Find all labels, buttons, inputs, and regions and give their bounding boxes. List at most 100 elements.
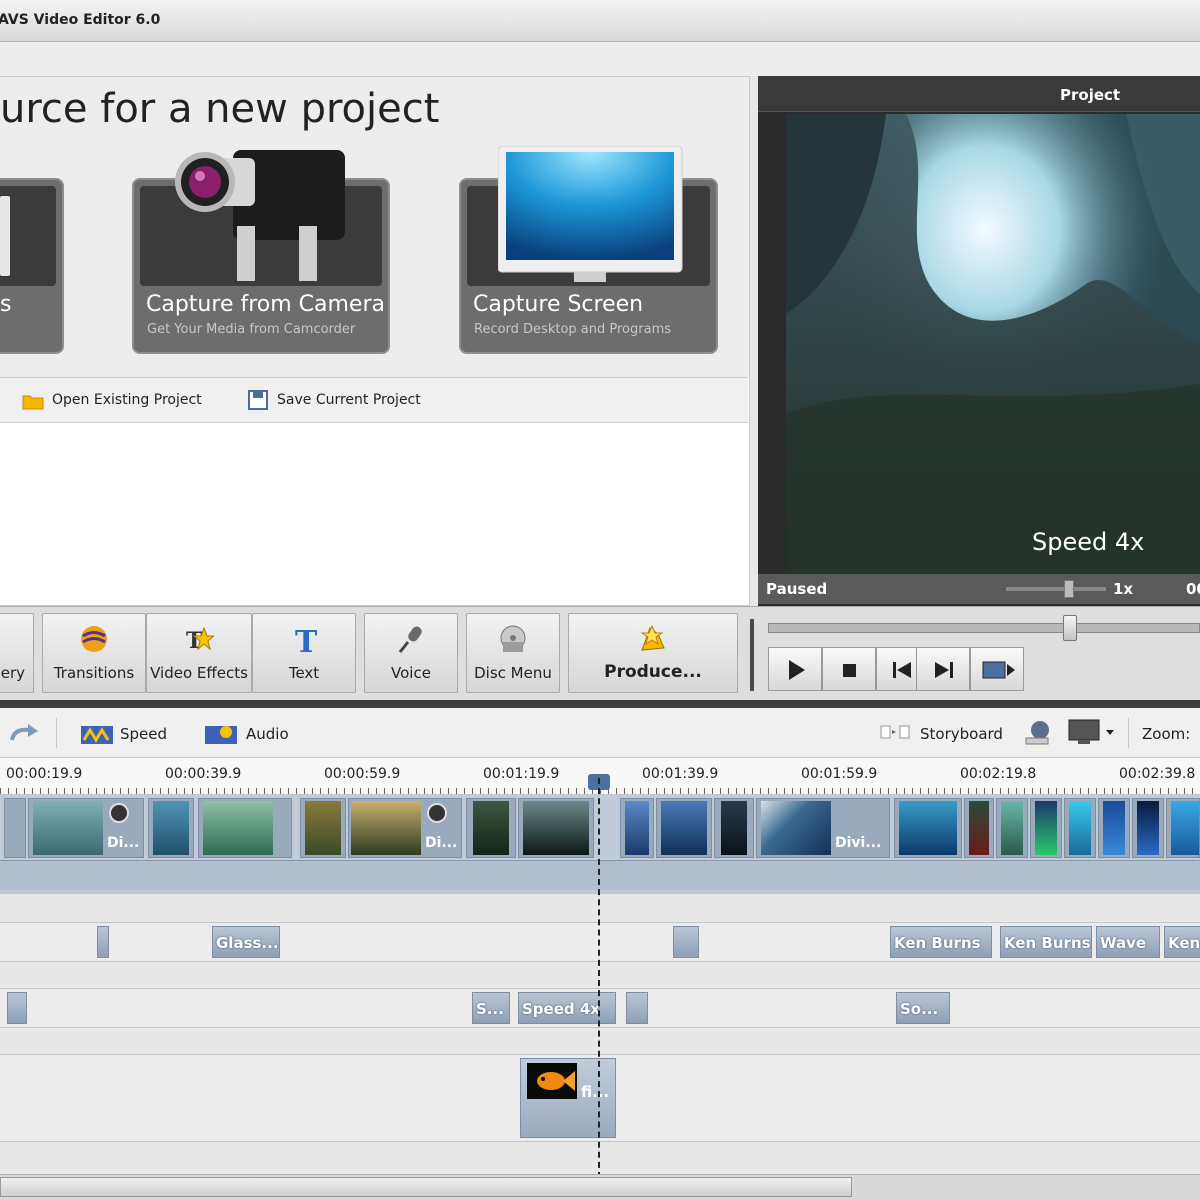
clip-label: Di...: [107, 835, 140, 851]
partial-card-label: s: [0, 292, 12, 317]
seek-thumb[interactable]: [1063, 615, 1077, 641]
toolbar-disc-menu-button[interactable]: Disc Menu: [466, 613, 560, 693]
playhead-line: [598, 778, 600, 1178]
video-clip[interactable]: [466, 798, 516, 858]
text-clip[interactable]: S...: [472, 992, 510, 1024]
video-clip[interactable]: [964, 798, 994, 858]
effect-clip[interactable]: [97, 926, 109, 958]
video-clip[interactable]: [4, 798, 26, 858]
text-icon: T: [295, 625, 318, 654]
video-clip[interactable]: [518, 798, 594, 858]
overlay-clip-label: fi...: [581, 1083, 610, 1101]
speed-icon: [81, 726, 113, 744]
toolbar-transitions-label: Transitions: [53, 664, 135, 682]
toolbar-voice-button[interactable]: Voice: [364, 613, 458, 693]
monitor-icon: [498, 146, 683, 282]
video-clip[interactable]: [1166, 798, 1200, 858]
effect-clip[interactable]: [673, 926, 699, 958]
video-overlay-text: Speed 4x: [1032, 528, 1145, 556]
transitions-icon: [81, 626, 107, 652]
video-clip[interactable]: [1064, 798, 1096, 858]
ruler-tick: 00:00:59.9: [324, 766, 401, 782]
video-clip[interactable]: [656, 798, 712, 858]
effect-clip[interactable]: Ken Burns: [1000, 926, 1092, 958]
video-effects-icon: T: [186, 626, 214, 654]
toolbar-gallery-label: ery: [0, 664, 25, 682]
video-clip[interactable]: [198, 798, 292, 858]
text-clip[interactable]: Speed 4x: [518, 992, 616, 1024]
menu-band: [0, 42, 1200, 76]
effect-clip[interactable]: Ken: [1164, 926, 1200, 958]
ruler-tick: 00:01:39.9: [642, 766, 719, 782]
camcorder-icon: [175, 150, 345, 281]
main-toolbar: ery Transitions T Video Effects T Text V…: [0, 606, 1200, 702]
toolbar-transitions-button[interactable]: Transitions: [42, 613, 146, 693]
text-clip[interactable]: [7, 992, 27, 1024]
open-existing-project-link[interactable]: Open Existing Project: [52, 392, 202, 408]
produce-icon: [640, 624, 665, 651]
video-clip[interactable]: [894, 798, 962, 858]
redo-icon[interactable]: [8, 722, 40, 744]
next-frame-button[interactable]: [916, 647, 970, 691]
toolbar-video-effects-button[interactable]: T Video Effects: [146, 613, 252, 693]
capture-camera-title: Capture from Camera: [146, 292, 385, 317]
voice-record-icon[interactable]: [1020, 716, 1054, 750]
project-links-bar: Open Existing Project Save Current Proje…: [0, 377, 748, 423]
capture-camera-subtitle: Get Your Media from Camcorder: [147, 322, 356, 337]
scrollbar-thumb[interactable]: [0, 1177, 852, 1197]
stop-button[interactable]: [822, 647, 876, 691]
capture-screen-title: Capture Screen: [473, 292, 644, 317]
playback-speed: 1x: [1113, 580, 1134, 598]
video-clip[interactable]: Di...: [348, 798, 462, 858]
effect-clip[interactable]: Glass...: [212, 926, 280, 958]
text-clip[interactable]: [626, 992, 648, 1024]
speed-slider-track[interactable]: [1006, 587, 1106, 591]
underwater-frame: [786, 114, 1200, 574]
video-clip[interactable]: Di...: [28, 798, 144, 858]
play-button[interactable]: [768, 647, 822, 691]
toolbar-produce-button[interactable]: Produce...: [568, 613, 738, 693]
fullscreen-button[interactable]: [970, 647, 1024, 691]
partial-card-icon: [0, 196, 10, 276]
folder-icon: [22, 395, 44, 410]
speed-button[interactable]: Speed: [120, 725, 167, 743]
toolbar-produce-label: Produce...: [604, 662, 702, 682]
video-clip[interactable]: [1030, 798, 1062, 858]
toolbar-voice-label: Voice: [391, 664, 431, 682]
ruler-tick: 00:02:19.8: [960, 766, 1037, 782]
next-icon: [935, 662, 953, 678]
video-clip[interactable]: [1098, 798, 1130, 858]
toolbar-text-button[interactable]: T Text: [252, 613, 356, 693]
toolbar-gallery-button[interactable]: ery: [0, 613, 34, 693]
fullscreen-icon: [982, 661, 1015, 679]
video-clip[interactable]: [148, 798, 194, 858]
speed-slider-thumb[interactable]: [1064, 580, 1074, 598]
preview-header-title: Project: [1060, 86, 1121, 104]
audio-subtrack: [0, 860, 1200, 890]
audio-button[interactable]: Audio: [246, 725, 289, 743]
ruler-tick: 00:00:19.9: [6, 766, 83, 782]
effect-clip[interactable]: Ken Burns: [890, 926, 992, 958]
clip-label: Divi...: [835, 835, 882, 851]
video-clip[interactable]: [996, 798, 1028, 858]
preview-status-bar: Paused 1x 00: [758, 574, 1200, 604]
title-bar: AVS Video Editor 6.0: [0, 0, 1200, 42]
overlay-clip[interactable]: fi...: [520, 1058, 616, 1138]
monitor-dropdown-icon[interactable]: [1068, 718, 1118, 748]
preview-header: Project: [758, 76, 1200, 112]
text-clip[interactable]: So...: [896, 992, 950, 1024]
timeline-toolbar: Speed Audio Storyboard Zoom:: [0, 708, 1200, 758]
effect-clip[interactable]: Wave: [1096, 926, 1160, 958]
video-clip[interactable]: [714, 798, 754, 858]
seek-bar[interactable]: [768, 623, 1200, 633]
storyboard-button[interactable]: Storyboard: [920, 725, 1003, 743]
video-clip[interactable]: [1132, 798, 1164, 858]
playback-status: Paused: [766, 580, 828, 598]
save-current-project-link[interactable]: Save Current Project: [277, 392, 421, 408]
video-clip[interactable]: Divi...: [756, 798, 890, 858]
timeline-scrollbar[interactable]: [0, 1174, 1200, 1200]
video-clip[interactable]: [300, 798, 346, 858]
toolbar-bottom-strip: [0, 700, 1200, 708]
video-clip[interactable]: [620, 798, 654, 858]
preview-video[interactable]: Speed 4x: [786, 114, 1200, 574]
